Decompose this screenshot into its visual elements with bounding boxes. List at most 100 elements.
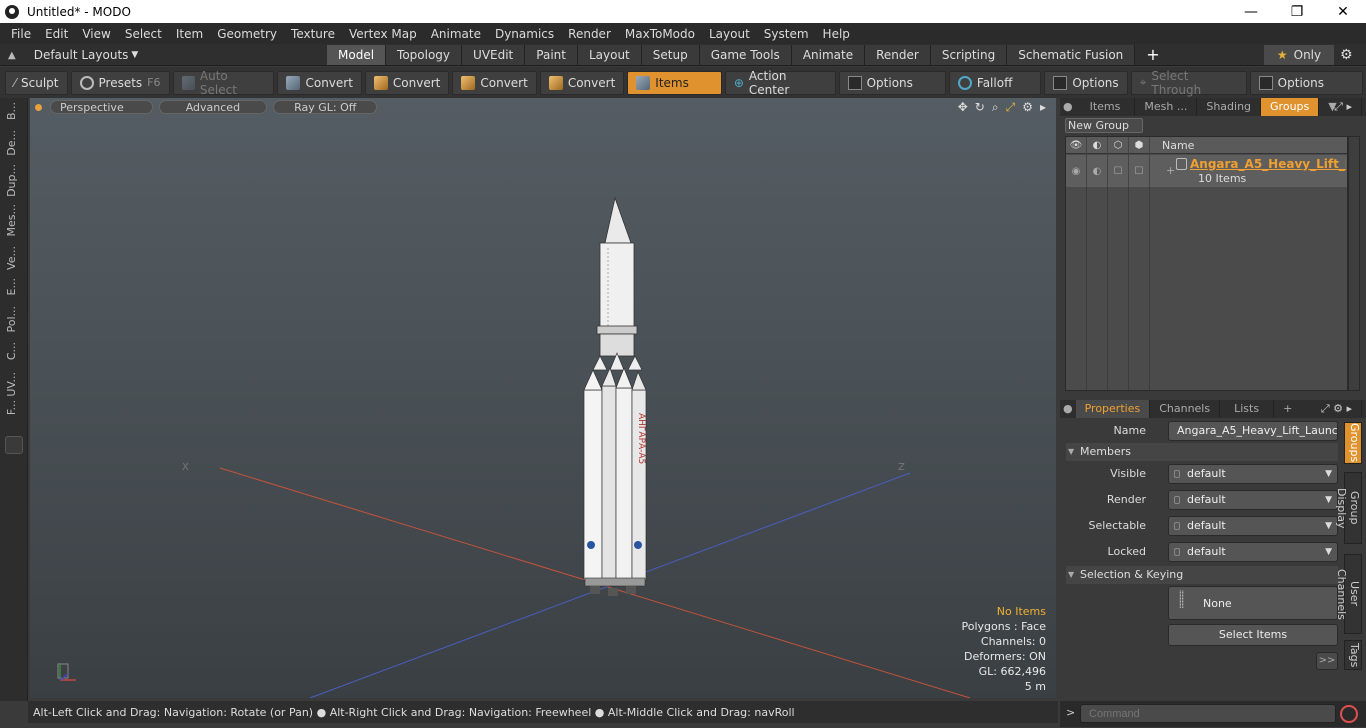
- sculpt-button[interactable]: ⁄ Sculpt: [5, 70, 68, 95]
- vtab-tags[interactable]: Tags: [1344, 640, 1362, 670]
- close-button[interactable]: ✕: [1320, 0, 1366, 23]
- tab-paint[interactable]: Paint: [525, 45, 578, 65]
- raygl-button[interactable]: Ray GL: Off: [273, 100, 378, 114]
- add-tab-plus-icon[interactable]: +: [1274, 400, 1301, 418]
- menu-layout[interactable]: Layout: [702, 27, 757, 41]
- vtab-groups[interactable]: Groups: [1344, 422, 1362, 464]
- record-icon[interactable]: [1340, 705, 1358, 723]
- name-column-header[interactable]: Name: [1150, 139, 1194, 152]
- locked-dropdown[interactable]: default ▼: [1168, 542, 1338, 562]
- restore-button[interactable]: ❐: [1274, 0, 1320, 23]
- row-select-checkbox[interactable]: ☐: [1108, 155, 1129, 187]
- menu-system[interactable]: System: [757, 27, 816, 41]
- perspective-button[interactable]: Perspective: [50, 100, 153, 114]
- viewport-gear-icon[interactable]: ⚙: [1022, 100, 1033, 115]
- strip-tab-vertex[interactable]: Ve...: [5, 246, 23, 270]
- menu-edit[interactable]: Edit: [38, 27, 75, 41]
- expand-plus-icon[interactable]: +: [1166, 164, 1175, 177]
- falloff-button[interactable]: Falloff: [948, 70, 1042, 95]
- row-eye-icon[interactable]: ◉: [1066, 155, 1087, 187]
- tab-lists[interactable]: Lists: [1220, 400, 1275, 418]
- tab-shading[interactable]: Shading: [1197, 98, 1262, 116]
- tab-schematic-fusion[interactable]: Schematic Fusion: [1007, 45, 1136, 65]
- tab-items[interactable]: Items: [1076, 98, 1136, 116]
- action-center-button[interactable]: ⊕ Action Center: [724, 69, 836, 97]
- tab-render[interactable]: Render: [865, 45, 931, 65]
- tab-setup[interactable]: Setup: [641, 45, 700, 65]
- options-button-3[interactable]: Options: [1249, 70, 1363, 95]
- row-lock-checkbox[interactable]: ☐: [1129, 155, 1150, 187]
- strip-tab-polygon[interactable]: Pol...: [5, 306, 23, 333]
- menu-item[interactable]: Item: [169, 27, 210, 41]
- lock-icon[interactable]: ⬢: [1129, 136, 1150, 154]
- tab-properties[interactable]: Properties: [1075, 400, 1151, 418]
- menu-maxtomodo[interactable]: MaxToModo: [618, 27, 702, 41]
- strip-tab-deform[interactable]: De...: [5, 130, 23, 156]
- auto-select-button[interactable]: Auto Select: [172, 69, 275, 97]
- new-group-button[interactable]: New Group: [1065, 118, 1143, 133]
- strip-tab-fusion[interactable]: F...: [5, 400, 23, 415]
- menu-file[interactable]: File: [4, 27, 38, 41]
- 3d-viewport[interactable]: X Z АНГАРА-А5 Perspective Advanced Ray G…: [30, 98, 1056, 698]
- tab-channels[interactable]: Channels: [1150, 400, 1221, 418]
- add-tab-button[interactable]: +: [1135, 45, 1170, 65]
- minimize-button[interactable]: —: [1228, 0, 1274, 23]
- tab-layout[interactable]: Layout: [577, 45, 642, 65]
- strip-tab-duplicate[interactable]: Dup...: [5, 164, 23, 197]
- tab-game-tools[interactable]: Game Tools: [699, 45, 792, 65]
- render-dropdown[interactable]: default ▼: [1168, 490, 1338, 510]
- groups-scrollbar[interactable]: [1348, 136, 1360, 391]
- viewport-menu-icon[interactable]: ▸: [1040, 100, 1046, 115]
- tab-animate[interactable]: Animate: [791, 45, 866, 65]
- menu-select[interactable]: Select: [118, 27, 169, 41]
- strip-tab-basic[interactable]: B...: [5, 102, 23, 120]
- menu-help[interactable]: Help: [816, 27, 857, 41]
- collapse-arrow-icon[interactable]: ▲: [8, 50, 16, 61]
- maximize-icon[interactable]: ⤢: [1006, 100, 1016, 115]
- panel-expand-icon[interactable]: ⤢ ⚙ ▸: [1312, 400, 1362, 418]
- menu-render[interactable]: Render: [561, 27, 618, 41]
- menu-animate[interactable]: Animate: [424, 27, 488, 41]
- more-button[interactable]: >>: [1316, 652, 1338, 670]
- panel-expand-icon[interactable]: ⤢ ▸: [1325, 98, 1362, 116]
- strip-tab-edge[interactable]: E...: [5, 278, 23, 295]
- group-name[interactable]: Angara_A5_Heavy_Lift_L...: [1190, 157, 1346, 171]
- menu-geometry[interactable]: Geometry: [210, 27, 284, 41]
- menu-view[interactable]: View: [75, 27, 117, 41]
- menu-texture[interactable]: Texture: [284, 27, 342, 41]
- select-icon[interactable]: ⬡: [1108, 136, 1129, 154]
- tab-topology[interactable]: Topology: [386, 45, 463, 65]
- convert-button-3[interactable]: Convert: [452, 70, 537, 95]
- strip-toggle-button[interactable]: [5, 436, 23, 454]
- strip-tab-mesh-edit[interactable]: Mes...: [5, 204, 23, 236]
- menu-dynamics[interactable]: Dynamics: [488, 27, 561, 41]
- name-field[interactable]: Angara_A5_Heavy_Lift_Launch_: [1168, 421, 1338, 441]
- gear-icon[interactable]: ⚙: [1340, 47, 1353, 63]
- rotate-icon[interactable]: ↻: [975, 100, 985, 115]
- default-layouts-dropdown[interactable]: ▲ Default Layouts ▼: [8, 44, 138, 66]
- tab-mesh[interactable]: Mesh ...: [1135, 98, 1198, 116]
- select-items-button[interactable]: Select Items: [1168, 624, 1338, 646]
- members-section[interactable]: Members: [1066, 443, 1338, 461]
- only-button[interactable]: ★ Only: [1264, 45, 1334, 65]
- tab-scripting[interactable]: Scripting: [930, 45, 1008, 65]
- presets-button[interactable]: Presets F6: [70, 70, 170, 95]
- advanced-button[interactable]: Advanced: [158, 100, 268, 114]
- convert-button-4[interactable]: Convert: [539, 70, 625, 95]
- none-button[interactable]: ⁞⁞ ⁞⁞ ⁞⁞ None: [1168, 586, 1338, 620]
- convert-button-2[interactable]: Convert: [364, 70, 450, 95]
- tab-groups[interactable]: Groups: [1261, 98, 1320, 116]
- options-button-1[interactable]: Options: [838, 70, 946, 95]
- tab-model[interactable]: Model: [327, 45, 387, 65]
- group-row[interactable]: ◉ ◐ ☐ ☐ + Angara_A5_Heavy_Lift_L... 10 I…: [1066, 155, 1347, 187]
- zoom-icon[interactable]: ⌕: [992, 100, 999, 115]
- command-input[interactable]: [1080, 704, 1336, 723]
- vtab-group-display[interactable]: Group Display: [1335, 472, 1362, 544]
- items-mode-button[interactable]: Items: [627, 70, 722, 95]
- visible-dropdown[interactable]: default ▼: [1168, 464, 1338, 484]
- row-render-icon[interactable]: ◐: [1087, 155, 1108, 187]
- tab-uvedit[interactable]: UVEdit: [462, 45, 526, 65]
- selection-keying-section[interactable]: Selection & Keying: [1066, 566, 1338, 584]
- menu-vertex-map[interactable]: Vertex Map: [342, 27, 424, 41]
- select-through-button[interactable]: ⌖ Select Through: [1130, 69, 1247, 97]
